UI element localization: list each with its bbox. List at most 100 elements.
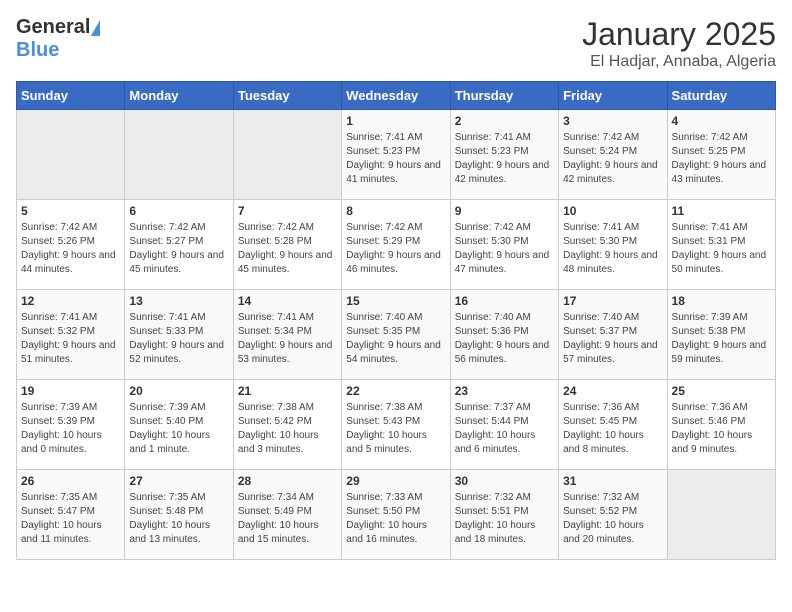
cell-daylight-info: Sunrise: 7:39 AM Sunset: 5:38 PM Dayligh… (672, 311, 771, 367)
calendar-cell: 21 Sunrise: 7:38 AM Sunset: 5:42 PM Dayli… (233, 380, 341, 470)
calendar-cell: 19 Sunrise: 7:39 AM Sunset: 5:39 PM Dayli… (17, 380, 125, 470)
calendar-cell: 26 Sunrise: 7:35 AM Sunset: 5:47 PM Dayli… (17, 470, 125, 560)
calendar-cell: 6 Sunrise: 7:42 AM Sunset: 5:27 PM Daylig… (125, 200, 233, 290)
calendar-cell: 24 Sunrise: 7:36 AM Sunset: 5:45 PM Dayli… (559, 380, 667, 470)
day-number: 19 (21, 384, 120, 398)
calendar-cell: 5 Sunrise: 7:42 AM Sunset: 5:26 PM Daylig… (17, 200, 125, 290)
calendar-cell: 22 Sunrise: 7:38 AM Sunset: 5:43 PM Dayli… (342, 380, 450, 470)
day-number: 9 (455, 204, 554, 218)
day-number: 21 (238, 384, 337, 398)
header-day-sunday: Sunday (17, 82, 125, 110)
calendar-header-row: SundayMondayTuesdayWednesdayThursdayFrid… (17, 82, 776, 110)
day-number: 10 (563, 204, 662, 218)
calendar-week-row: 5 Sunrise: 7:42 AM Sunset: 5:26 PM Daylig… (17, 200, 776, 290)
day-number: 25 (672, 384, 771, 398)
header-day-monday: Monday (125, 82, 233, 110)
cell-daylight-info: Sunrise: 7:32 AM Sunset: 5:51 PM Dayligh… (455, 491, 554, 547)
day-number: 16 (455, 294, 554, 308)
logo-blue-text: Blue (16, 39, 59, 61)
calendar-cell: 1Sunrise: 7:41 AM Sunset: 5:23 PM Daylig… (342, 110, 450, 200)
calendar-cell: 3 Sunrise: 7:42 AM Sunset: 5:24 PM Daylig… (559, 110, 667, 200)
cell-daylight-info: Sunrise: 7:42 AM Sunset: 5:29 PM Dayligh… (346, 221, 445, 277)
cell-daylight-info: Sunrise: 7:41 AM Sunset: 5:34 PM Dayligh… (238, 311, 337, 367)
calendar-cell: 25 Sunrise: 7:36 AM Sunset: 5:46 PM Dayli… (667, 380, 775, 470)
calendar-cell: 15Sunrise: 7:40 AM Sunset: 5:35 PM Dayli… (342, 290, 450, 380)
cell-daylight-info: Sunrise: 7:34 AM Sunset: 5:49 PM Dayligh… (238, 491, 337, 547)
calendar-cell: 7 Sunrise: 7:42 AM Sunset: 5:28 PM Daylig… (233, 200, 341, 290)
day-number: 13 (129, 294, 228, 308)
day-number: 12 (21, 294, 120, 308)
calendar-cell: 16 Sunrise: 7:40 AM Sunset: 5:36 PM Dayli… (450, 290, 558, 380)
day-number: 26 (21, 474, 120, 488)
day-number: 15 (346, 294, 445, 308)
cell-daylight-info: Sunrise: 7:36 AM Sunset: 5:45 PM Dayligh… (563, 401, 662, 457)
cell-daylight-info: Sunrise: 7:42 AM Sunset: 5:25 PM Dayligh… (672, 131, 771, 187)
cell-daylight-info: Sunrise: 7:35 AM Sunset: 5:48 PM Dayligh… (129, 491, 228, 547)
calendar-cell: 23 Sunrise: 7:37 AM Sunset: 5:44 PM Dayli… (450, 380, 558, 470)
day-number: 29 (346, 474, 445, 488)
logo-arrow-icon (91, 20, 100, 36)
cell-daylight-info: Sunrise: 7:39 AM Sunset: 5:39 PM Dayligh… (21, 401, 120, 457)
calendar-cell (667, 470, 775, 560)
day-number: 22 (346, 384, 445, 398)
cell-daylight-info: Sunrise: 7:40 AM Sunset: 5:37 PM Dayligh… (563, 311, 662, 367)
day-number: 7 (238, 204, 337, 218)
day-number: 1 (346, 114, 445, 128)
day-number: 28 (238, 474, 337, 488)
day-number: 5 (21, 204, 120, 218)
day-number: 2 (455, 114, 554, 128)
cell-daylight-info: Sunrise: 7:42 AM Sunset: 5:27 PM Dayligh… (129, 221, 228, 277)
header-day-saturday: Saturday (667, 82, 775, 110)
calendar-cell: 17Sunrise: 7:40 AM Sunset: 5:37 PM Dayli… (559, 290, 667, 380)
cell-daylight-info: Sunrise: 7:41 AM Sunset: 5:32 PM Dayligh… (21, 311, 120, 367)
cell-daylight-info: Sunrise: 7:37 AM Sunset: 5:44 PM Dayligh… (455, 401, 554, 457)
cell-daylight-info: Sunrise: 7:42 AM Sunset: 5:28 PM Dayligh… (238, 221, 337, 277)
calendar-cell (17, 110, 125, 200)
calendar-cell: 20 Sunrise: 7:39 AM Sunset: 5:40 PM Dayli… (125, 380, 233, 470)
cell-daylight-info: Sunrise: 7:36 AM Sunset: 5:46 PM Dayligh… (672, 401, 771, 457)
cell-daylight-info: Sunrise: 7:41 AM Sunset: 5:33 PM Dayligh… (129, 311, 228, 367)
cell-daylight-info: Sunrise: 7:40 AM Sunset: 5:36 PM Dayligh… (455, 311, 554, 367)
cell-daylight-info: Sunrise: 7:41 AM Sunset: 5:30 PM Dayligh… (563, 221, 662, 277)
calendar-cell (233, 110, 341, 200)
page-header: General Blue January 2025 El Hadjar, Ann… (16, 16, 776, 71)
header-day-tuesday: Tuesday (233, 82, 341, 110)
day-number: 23 (455, 384, 554, 398)
day-number: 30 (455, 474, 554, 488)
cell-daylight-info: Sunrise: 7:41 AM Sunset: 5:31 PM Dayligh… (672, 221, 771, 277)
calendar-cell: 9 Sunrise: 7:42 AM Sunset: 5:30 PM Daylig… (450, 200, 558, 290)
calendar-cell: 10 Sunrise: 7:41 AM Sunset: 5:30 PM Dayli… (559, 200, 667, 290)
cell-daylight-info: Sunrise: 7:38 AM Sunset: 5:43 PM Dayligh… (346, 401, 445, 457)
calendar-cell: 18 Sunrise: 7:39 AM Sunset: 5:38 PM Dayli… (667, 290, 775, 380)
cell-daylight-info: Sunrise: 7:42 AM Sunset: 5:24 PM Dayligh… (563, 131, 662, 187)
day-number: 27 (129, 474, 228, 488)
calendar-cell: 31Sunrise: 7:32 AM Sunset: 5:52 PM Dayli… (559, 470, 667, 560)
day-number: 3 (563, 114, 662, 128)
calendar-cell: 27 Sunrise: 7:35 AM Sunset: 5:48 PM Dayli… (125, 470, 233, 560)
logo: General Blue (16, 16, 100, 62)
day-number: 24 (563, 384, 662, 398)
calendar-title: January 2025 (582, 16, 776, 53)
day-number: 4 (672, 114, 771, 128)
cell-daylight-info: Sunrise: 7:38 AM Sunset: 5:42 PM Dayligh… (238, 401, 337, 457)
calendar-cell: 30 Sunrise: 7:32 AM Sunset: 5:51 PM Dayli… (450, 470, 558, 560)
calendar-cell: 14 Sunrise: 7:41 AM Sunset: 5:34 PM Dayli… (233, 290, 341, 380)
cell-daylight-info: Sunrise: 7:35 AM Sunset: 5:47 PM Dayligh… (21, 491, 120, 547)
day-number: 14 (238, 294, 337, 308)
calendar-cell: 4 Sunrise: 7:42 AM Sunset: 5:25 PM Daylig… (667, 110, 775, 200)
calendar-title-block: January 2025 El Hadjar, Annaba, Algeria (582, 16, 776, 71)
cell-daylight-info: Sunrise: 7:42 AM Sunset: 5:26 PM Dayligh… (21, 221, 120, 277)
day-number: 11 (672, 204, 771, 218)
day-number: 18 (672, 294, 771, 308)
cell-daylight-info: Sunrise: 7:42 AM Sunset: 5:30 PM Dayligh… (455, 221, 554, 277)
cell-daylight-info: Sunrise: 7:39 AM Sunset: 5:40 PM Dayligh… (129, 401, 228, 457)
cell-daylight-info: Sunrise: 7:32 AM Sunset: 5:52 PM Dayligh… (563, 491, 662, 547)
header-day-friday: Friday (559, 82, 667, 110)
calendar-week-row: 26 Sunrise: 7:35 AM Sunset: 5:47 PM Dayli… (17, 470, 776, 560)
header-day-wednesday: Wednesday (342, 82, 450, 110)
day-number: 6 (129, 204, 228, 218)
calendar-week-row: 19 Sunrise: 7:39 AM Sunset: 5:39 PM Dayli… (17, 380, 776, 470)
day-number: 20 (129, 384, 228, 398)
calendar-cell: 28 Sunrise: 7:34 AM Sunset: 5:49 PM Dayli… (233, 470, 341, 560)
header-day-thursday: Thursday (450, 82, 558, 110)
